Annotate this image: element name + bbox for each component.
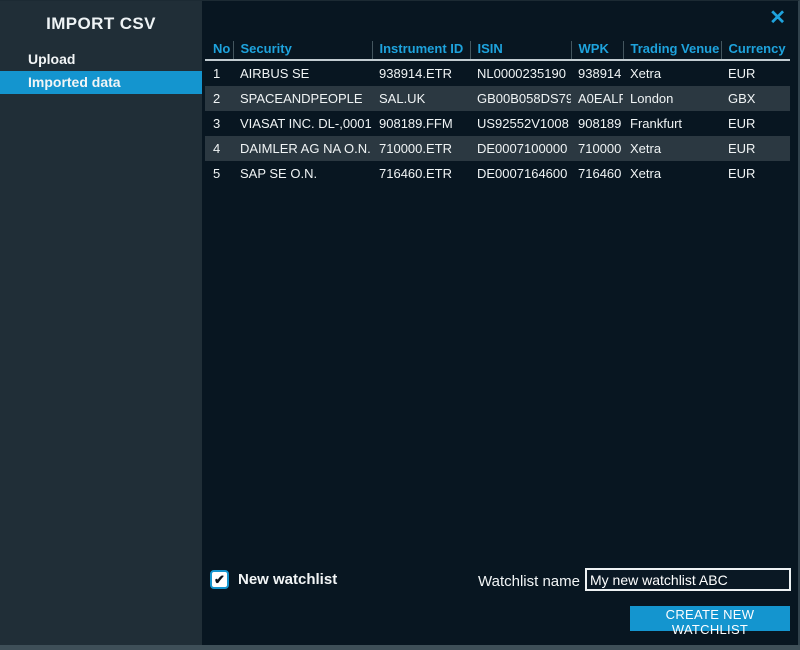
cell-wpk: 908189 [571, 111, 623, 136]
cell-instrument-id: SAL.UK [372, 86, 470, 111]
cell-wpk: 710000 [571, 136, 623, 161]
cell-currency: EUR [721, 136, 790, 161]
import-csv-dialog: IMPORT CSV Upload Imported data ✕ No Sec… [0, 0, 800, 650]
cell-wpk: 938914 [571, 60, 623, 86]
cell-isin: NL0000235190 [470, 60, 571, 86]
cell-no: 2 [205, 86, 233, 111]
table-row: 1 AIRBUS SE 938914.ETR NL0000235190 9389… [205, 60, 790, 86]
cell-no: 4 [205, 136, 233, 161]
table-row: 4 DAIMLER AG NA O.N. 710000.ETR DE000710… [205, 136, 790, 161]
col-header-security: Security [233, 41, 372, 60]
col-header-currency: Currency [721, 41, 790, 60]
cell-trading-venue: Xetra [623, 161, 721, 186]
cell-isin: US92552V1008 [470, 111, 571, 136]
cell-trading-venue: London [623, 86, 721, 111]
cell-isin: DE0007100000 [470, 136, 571, 161]
sidebar-item-upload[interactable]: Upload [0, 48, 202, 71]
new-watchlist-checkbox-label: New watchlist [238, 571, 337, 588]
table-row: 5 SAP SE O.N. 716460.ETR DE0007164600 71… [205, 161, 790, 186]
cell-trading-venue: Xetra [623, 136, 721, 161]
sidebar: IMPORT CSV Upload Imported data [0, 1, 202, 646]
cell-instrument-id: 716460.ETR [372, 161, 470, 186]
checkmark-icon: ✔ [214, 572, 225, 587]
cell-security: AIRBUS SE [233, 60, 372, 86]
cell-isin: GB00B058DS79 [470, 86, 571, 111]
col-header-trading-venue: Trading Venue [623, 41, 721, 60]
sidebar-menu: Upload Imported data [0, 48, 202, 94]
cell-no: 1 [205, 60, 233, 86]
page-title: IMPORT CSV [0, 1, 202, 38]
sidebar-item-imported-data[interactable]: Imported data [0, 71, 202, 94]
cell-isin: DE0007164600 [470, 161, 571, 186]
new-watchlist-checkbox-group: ✔ New watchlist [210, 570, 337, 589]
table-row: 2 SPACEANDPEOPLE SAL.UK GB00B058DS79 A0E… [205, 86, 790, 111]
cell-wpk: 716460 [571, 161, 623, 186]
new-watchlist-checkbox[interactable]: ✔ [210, 570, 229, 589]
cell-trading-venue: Xetra [623, 60, 721, 86]
cell-trading-venue: Frankfurt [623, 111, 721, 136]
table-row: 3 VIASAT INC. DL-,0001 908189.FFM US9255… [205, 111, 790, 136]
window-bottom-edge [0, 645, 800, 650]
cell-instrument-id: 710000.ETR [372, 136, 470, 161]
close-icon[interactable]: ✕ [769, 6, 786, 30]
col-header-wpk: WPK [571, 41, 623, 60]
col-header-no: No [205, 41, 233, 60]
table-header-row: No Security Instrument ID ISIN WPK Tradi… [205, 41, 790, 60]
cell-currency: EUR [721, 60, 790, 86]
main-panel: ✕ No Security Instrument ID ISIN WPK Tra… [202, 1, 798, 646]
watchlist-name-label: Watchlist name [380, 573, 580, 590]
cell-security: DAIMLER AG NA O.N. [233, 136, 372, 161]
cell-no: 5 [205, 161, 233, 186]
cell-currency: EUR [721, 111, 790, 136]
watchlist-name-input[interactable] [585, 568, 791, 591]
col-header-instrument-id: Instrument ID [372, 41, 470, 60]
cell-wpk: A0EALP [571, 86, 623, 111]
cell-currency: GBX [721, 86, 790, 111]
imported-data-table: No Security Instrument ID ISIN WPK Tradi… [205, 41, 790, 186]
cell-no: 3 [205, 111, 233, 136]
cell-security: SPACEANDPEOPLE [233, 86, 372, 111]
cell-security: SAP SE O.N. [233, 161, 372, 186]
col-header-isin: ISIN [470, 41, 571, 60]
cell-security: VIASAT INC. DL-,0001 [233, 111, 372, 136]
cell-instrument-id: 938914.ETR [372, 60, 470, 86]
create-new-watchlist-button[interactable]: CREATE NEW WATCHLIST [630, 606, 790, 631]
cell-currency: EUR [721, 161, 790, 186]
cell-instrument-id: 908189.FFM [372, 111, 470, 136]
